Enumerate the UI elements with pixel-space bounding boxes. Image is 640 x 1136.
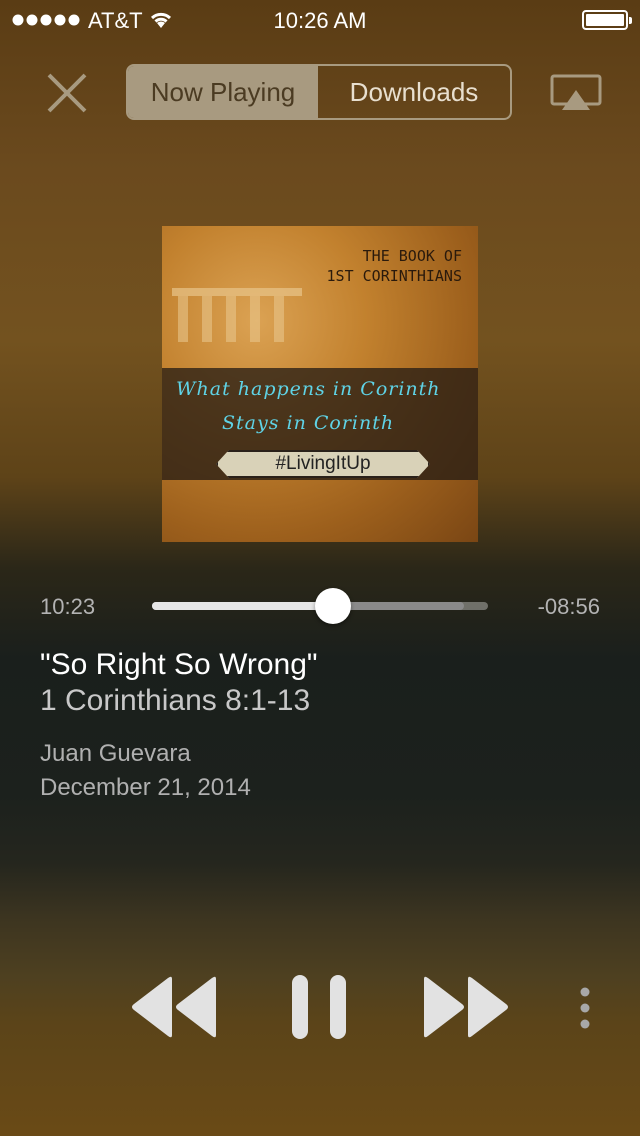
artwork-line-2: Stays in Corinth bbox=[222, 412, 395, 434]
segmented-control: Now Playing Downloads bbox=[126, 64, 512, 120]
elapsed-time: 10:23 bbox=[40, 594, 96, 619]
tab-now-playing[interactable]: Now Playing bbox=[128, 66, 318, 118]
pause-icon[interactable] bbox=[292, 975, 348, 1039]
book-line-2: 1ST CORINTHIANS bbox=[326, 267, 462, 285]
hashtag-label: #LivingItUp bbox=[216, 450, 430, 478]
tab-downloads[interactable]: Downloads bbox=[318, 66, 510, 118]
remaining-time: -08:56 bbox=[537, 594, 600, 619]
artwork-line-1: What happens in Corinth bbox=[176, 378, 441, 400]
sermon-passage: 1 Corinthians 8:1-13 bbox=[40, 684, 311, 717]
sermon-title: "So Right So Wrong" bbox=[40, 648, 318, 681]
more-icon[interactable] bbox=[578, 986, 592, 1030]
book-line-1: THE BOOK OF bbox=[362, 247, 462, 265]
clock: 10:26 AM bbox=[273, 8, 367, 33]
fast-forward-icon[interactable] bbox=[422, 975, 510, 1039]
album-artwork: THE BOOK OF 1ST CORINTHIANS What happens… bbox=[162, 226, 478, 542]
played-bar bbox=[152, 602, 334, 610]
speaker-name: Juan Guevara bbox=[40, 740, 191, 767]
rewind-icon[interactable] bbox=[130, 975, 218, 1039]
scrubber-thumb[interactable] bbox=[315, 588, 352, 624]
close-icon[interactable] bbox=[44, 70, 90, 116]
book-label: THE BOOK OF 1ST CORINTHIANS bbox=[162, 246, 462, 286]
status-bar: AT&T 10:26 AM bbox=[0, 0, 640, 40]
sermon-date: December 21, 2014 bbox=[40, 774, 251, 801]
battery-icon bbox=[582, 10, 632, 30]
airplay-icon[interactable] bbox=[550, 74, 602, 112]
